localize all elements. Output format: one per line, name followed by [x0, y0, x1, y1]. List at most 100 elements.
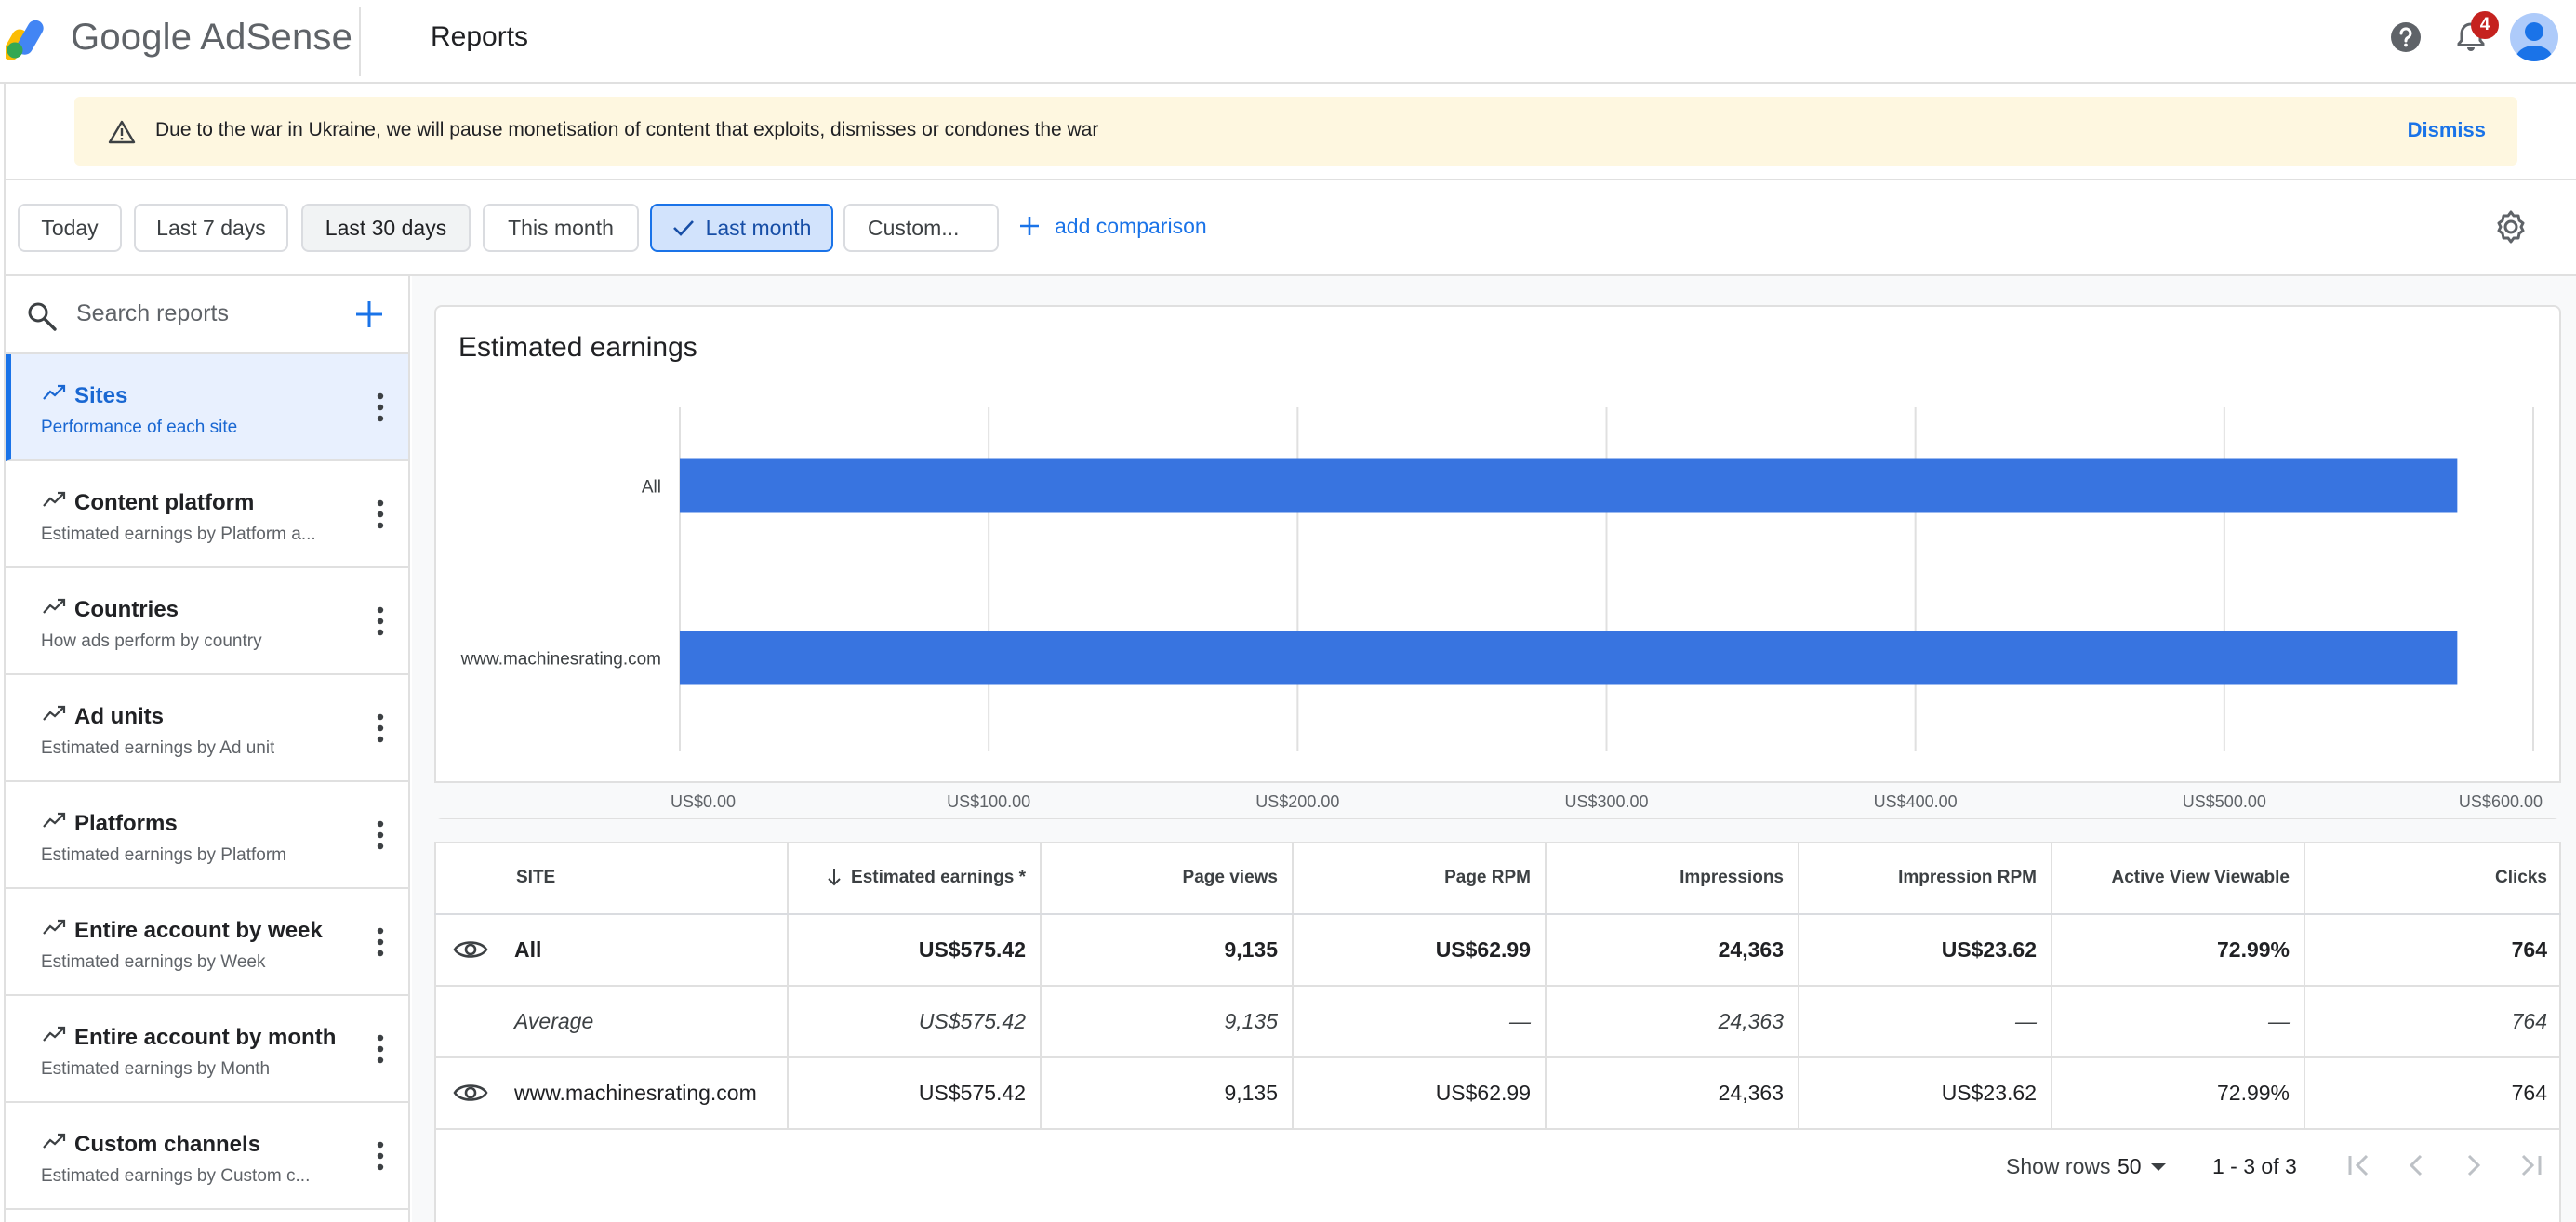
report-trend-icon	[43, 491, 66, 507]
previous-page-icon[interactable]	[2400, 1149, 2432, 1181]
date-chip-custom[interactable]: Custom...	[843, 204, 999, 252]
report-trend-icon	[43, 812, 66, 828]
earnings-bar-chart: All www.machinesrating.com US$0.00 US$100.0…	[460, 407, 2543, 811]
next-page-icon[interactable]	[2458, 1149, 2490, 1181]
eye-icon[interactable]	[453, 1082, 488, 1104]
date-chip-last-7-days[interactable]: Last 7 days	[134, 204, 288, 252]
show-rows-label: Show rows	[2006, 1154, 2111, 1178]
row-clicks: 764	[2304, 986, 2561, 1058]
settings-gear-icon[interactable]	[2493, 209, 2529, 245]
chart-x-tick-label: US$300.00	[1564, 792, 1648, 811]
col-header-page-views[interactable]: Page views	[1041, 842, 1294, 915]
row-viewable: 72.99%	[2052, 1057, 2305, 1130]
sidebar-item-entire-account-by-week[interactable]: Entire account by week Estimated earnings…	[6, 889, 408, 996]
sidebar-item-countries[interactable]: Countries How ads perform by country	[6, 568, 408, 675]
table-header-row: SITE Estimated earnings * Page views Pag…	[434, 842, 2561, 915]
new-report-plus-icon[interactable]	[353, 299, 385, 330]
row-page-views: 9,135	[1041, 986, 1294, 1058]
check-icon	[672, 220, 694, 236]
sidebar-item-subtitle: Estimated earnings by Platform a...	[41, 525, 316, 544]
more-vert-icon[interactable]	[374, 1140, 387, 1172]
date-chip-last-month-label: Last month	[705, 216, 812, 240]
sidebar-item-title: Entire account by week	[74, 918, 323, 943]
row-earnings: US$575.42	[788, 914, 1042, 987]
row-site-label: All	[514, 937, 542, 962]
col-header-estimated-earnings[interactable]: Estimated earnings *	[788, 842, 1042, 915]
sidebar-item-entire-account-by-month[interactable]: Entire account by month Estimated earning…	[6, 996, 408, 1103]
report-search-row	[6, 276, 408, 354]
col-header-site[interactable]: SITE	[434, 842, 789, 915]
rows-per-page-select[interactable]: 50	[2118, 1154, 2142, 1179]
sidebar-item-sites[interactable]: Sites Performance of each site	[6, 354, 408, 461]
more-vert-icon[interactable]	[374, 819, 387, 851]
sidebar-item-title: Entire account by month	[74, 1025, 337, 1050]
top-app-bar: Google AdSense Reports 4	[0, 0, 2576, 84]
sidebar-item-platforms[interactable]: Platforms Estimated earnings by Platform	[6, 782, 408, 889]
col-header-clicks[interactable]: Clicks	[2304, 842, 2561, 915]
date-chip-today[interactable]: Today	[18, 204, 122, 252]
last-page-icon[interactable]	[2516, 1149, 2547, 1181]
sidebar-item-custom-channels[interactable]: Custom channels Estimated earnings by Cus…	[6, 1103, 408, 1210]
more-vert-icon[interactable]	[374, 926, 387, 958]
chart-bar[interactable]	[680, 631, 2458, 685]
avatar-person-icon	[2516, 22, 2553, 61]
adsense-logo-icon	[6, 20, 44, 60]
pagination-range: 1 - 3 of 3	[2212, 1154, 2297, 1178]
more-vert-icon[interactable]	[374, 605, 387, 637]
col-header-impression-rpm[interactable]: Impression RPM	[1799, 842, 2052, 915]
row-page-rpm: US$62.99	[1293, 914, 1547, 987]
reports-sidebar: Sites Performance of each site Content pla…	[6, 276, 410, 1222]
more-vert-icon[interactable]	[374, 712, 387, 744]
dismiss-button[interactable]: Dismiss	[2408, 118, 2486, 142]
search-reports-input[interactable]	[76, 295, 337, 332]
chart-x-tick-label: US$100.00	[947, 792, 1030, 811]
date-chip-this-month[interactable]: This month	[483, 204, 639, 252]
row-site-label: Average	[514, 1009, 594, 1033]
dropdown-caret-icon[interactable]	[2150, 1162, 2167, 1172]
chart-x-tick-label: US$400.00	[1874, 792, 1958, 811]
date-chip-last-month[interactable]: Last month	[650, 204, 833, 252]
first-page-icon[interactable]	[2343, 1149, 2374, 1181]
war-notice-banner: Due to the war in Ukraine, we will pause…	[74, 97, 2517, 166]
more-vert-icon[interactable]	[374, 498, 387, 530]
brand-name: Google AdSense	[71, 17, 353, 58]
report-trend-icon	[43, 705, 66, 721]
sidebar-item-title: Countries	[74, 597, 179, 622]
report-trend-icon	[43, 1026, 66, 1042]
search-icon	[28, 302, 57, 331]
chart-bar[interactable]	[680, 458, 2458, 513]
help-icon[interactable]	[2389, 20, 2423, 54]
sidebar-item-subtitle: Performance of each site	[41, 418, 238, 437]
row-impressions: 24,363	[1546, 986, 1799, 1058]
page-title: Reports	[431, 21, 529, 52]
banner-divider	[6, 179, 2576, 180]
more-vert-icon[interactable]	[374, 392, 387, 423]
row-site-cell: www.machinesrating.com	[434, 1057, 789, 1130]
warning-icon	[108, 120, 136, 144]
report-trend-icon	[43, 384, 66, 400]
row-viewable: —	[2052, 986, 2305, 1058]
more-vert-icon[interactable]	[374, 1033, 387, 1065]
sidebar-item-subtitle: Estimated earnings by Week	[41, 952, 266, 972]
eye-icon[interactable]	[453, 938, 488, 961]
sidebar-item-ad-units[interactable]: Ad units Estimated earnings by Ad unit	[6, 675, 408, 782]
row-page-views: 9,135	[1041, 1057, 1294, 1130]
add-comparison-button[interactable]: add comparison	[1019, 214, 1207, 239]
report-trend-icon	[43, 1133, 66, 1149]
col-header-impressions[interactable]: Impressions	[1546, 842, 1799, 915]
row-viewable: 72.99%	[2052, 914, 2305, 987]
sidebar-item-subtitle: Estimated earnings by Month	[41, 1059, 271, 1079]
row-impression-rpm: US$23.62	[1799, 1057, 2052, 1130]
chart-title: Estimated earnings	[458, 332, 697, 363]
col-header-active-view-viewable[interactable]: Active View Viewable	[2052, 842, 2305, 915]
col-header-page-rpm[interactable]: Page RPM	[1293, 842, 1547, 915]
row-impression-rpm: —	[1799, 986, 2052, 1058]
sidebar-item-content-platform[interactable]: Content platform Estimated earnings by Pl…	[6, 461, 408, 568]
account-avatar[interactable]	[2510, 13, 2558, 61]
row-site-cell: Average	[434, 986, 789, 1058]
chart-x-tick-label: US$500.00	[2183, 792, 2266, 811]
chart-category-label: www.machinesrating.com	[460, 650, 661, 670]
sidebar-item-title: Sites	[74, 383, 128, 408]
date-chip-last-30-days[interactable]: Last 30 days	[301, 204, 471, 252]
row-site-label: www.machinesrating.com	[514, 1081, 757, 1105]
